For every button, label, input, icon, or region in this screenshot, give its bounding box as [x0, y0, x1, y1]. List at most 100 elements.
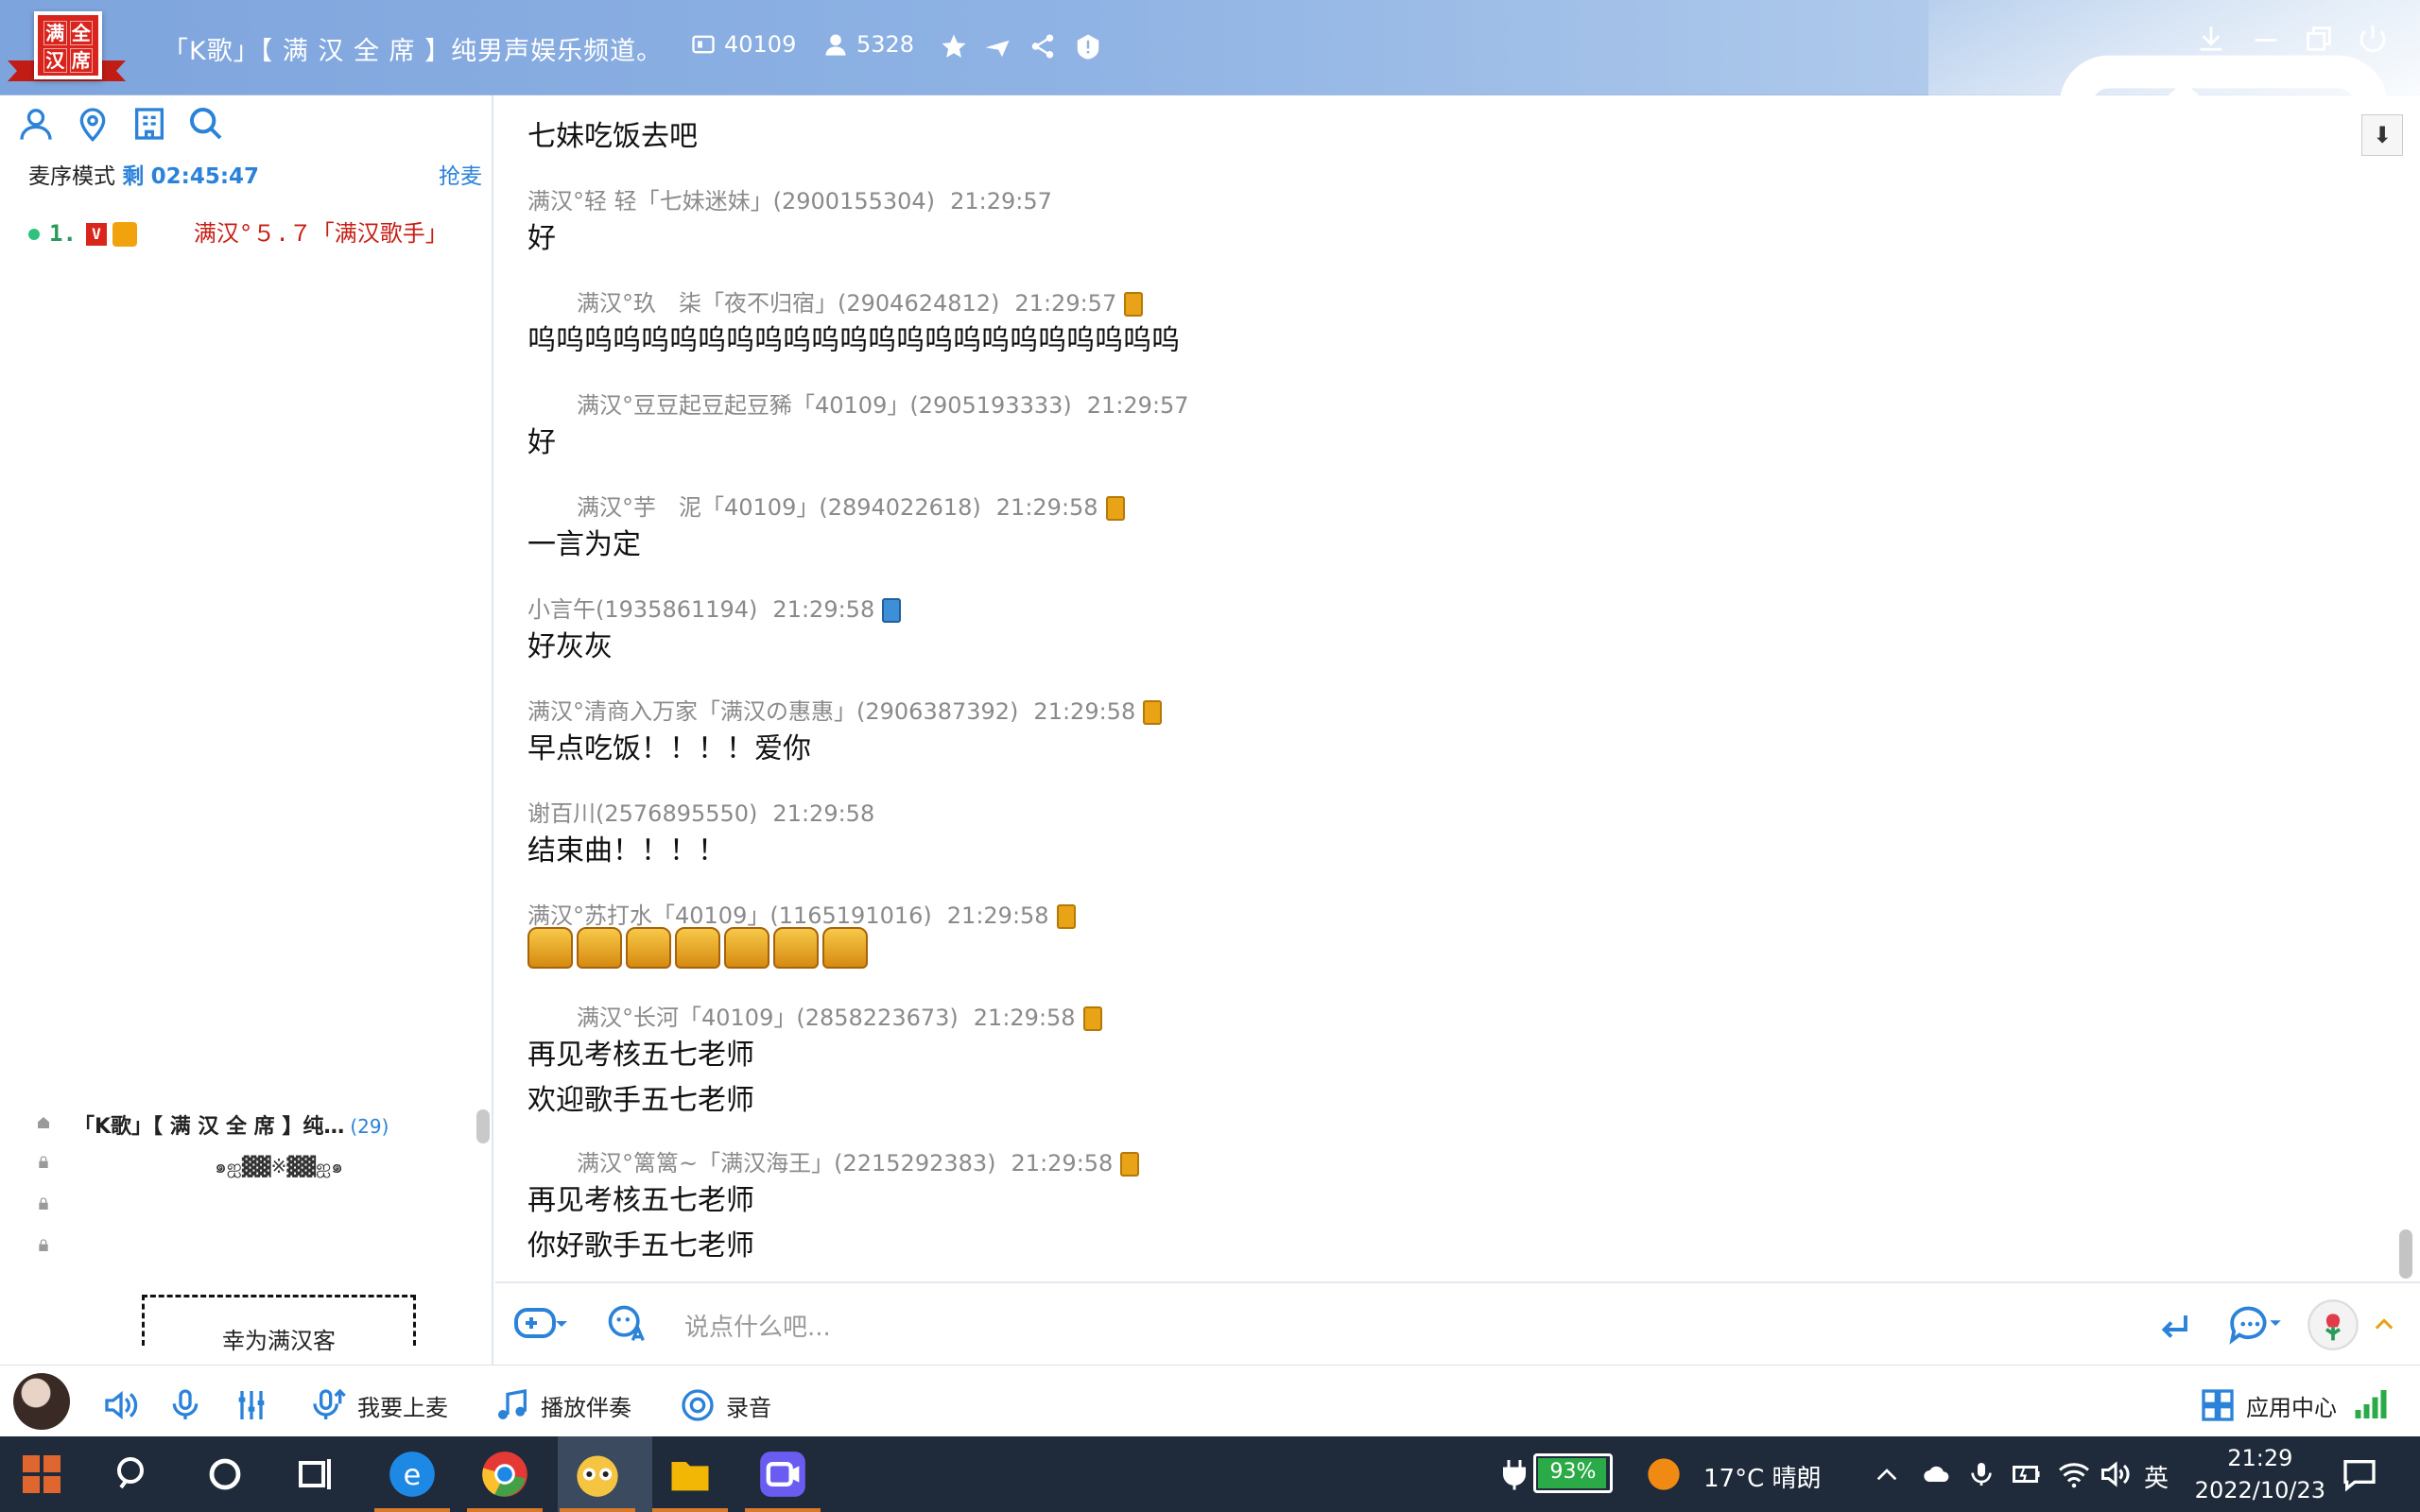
battery-tray-icon[interactable]: [2010, 1457, 2044, 1491]
file-explorer-icon[interactable]: [666, 1450, 715, 1499]
avatar[interactable]: [13, 1373, 70, 1430]
app-window: 满 全 汉 席 「K歌」【 满 汉 全 席 】纯男声娱乐频道。 40109 53…: [0, 0, 2420, 1512]
chat-scrollbar[interactable]: [2399, 1229, 2412, 1279]
share-icon[interactable]: [1028, 32, 1057, 60]
building-icon[interactable]: [130, 105, 168, 143]
cloud-icon[interactable]: [1919, 1459, 1953, 1489]
play-accompaniment-button[interactable]: 播放伴奏: [493, 1386, 631, 1424]
channel-item[interactable]: [0, 1227, 492, 1264]
lock-icon: [39, 1197, 48, 1210]
speaker-icon: [105, 1390, 138, 1420]
weather-text[interactable]: 17°C 晴朗: [1703, 1459, 1822, 1494]
message-sender[interactable]: 满汉°苏打水「40109」(1165191016): [527, 902, 932, 929]
message-sender[interactable]: 满汉°轻 轻「七妹迷妹」(2900155304): [527, 188, 935, 215]
input-method-indicator[interactable]: 英: [2144, 1459, 2169, 1494]
remain-prefix: 剩: [122, 164, 145, 189]
channel-tree: 「K歌」【 满 汉 全 席 】纯… (29) ๑ஐ▓▓※▓▓ஐ๑: [0, 1104, 492, 1270]
location-icon[interactable]: [74, 105, 112, 143]
message-sender[interactable]: 谢百川(2576895550): [527, 800, 757, 827]
message-sender[interactable]: 小言午(1935861194): [527, 596, 757, 623]
message-sender[interactable]: 满汉°芋 泥「40109」(2894022618): [577, 494, 981, 521]
online-count: 5328: [856, 31, 915, 58]
browser-icon[interactable]: e: [388, 1450, 437, 1499]
emoji-message: [527, 927, 868, 969]
microphone-button[interactable]: [166, 1386, 204, 1424]
channel-item[interactable]: ๑ஐ▓▓※▓▓ஐ๑: [0, 1143, 492, 1181]
lock-icon: [39, 1239, 48, 1251]
channel-name: ๑ஐ▓▓※▓▓ஐ๑: [215, 1155, 343, 1177]
chevron-up-icon[interactable]: [1872, 1459, 1902, 1489]
cortana-icon[interactable]: [202, 1450, 248, 1499]
plane-icon[interactable]: [983, 32, 1011, 60]
wifi-icon[interactable]: [2057, 1457, 2091, 1491]
phone-icon: [1143, 700, 1163, 725]
power-icon[interactable]: [2356, 23, 2390, 57]
message-time: 21:29:58: [1033, 698, 1136, 725]
volume-icon[interactable]: [2099, 1457, 2133, 1491]
mic-list-item[interactable]: 1. V 满汉°５.７「满汉歌手」: [28, 215, 482, 247]
screen-recorder-icon[interactable]: [758, 1450, 807, 1499]
message-sender[interactable]: 满汉°篱篱~「满汉海王」(2215292383): [577, 1150, 996, 1177]
translate-icon[interactable]: [605, 1302, 647, 1344]
user-icon[interactable]: [17, 105, 55, 143]
phone-icon: [1120, 1152, 1140, 1177]
message-time: 21:29:57: [1014, 290, 1117, 317]
app-center-button[interactable]: 应用中心: [2199, 1386, 2337, 1424]
task-view-icon[interactable]: [293, 1450, 338, 1499]
channel-item[interactable]: [0, 1185, 492, 1223]
message-meta: 满汉°豆豆起豆起豆豨「40109」(2905193333) 21:29:57: [577, 387, 1189, 420]
left-scrollbar[interactable]: [476, 1109, 490, 1143]
search-icon[interactable]: [112, 1450, 157, 1499]
message-sender[interactable]: 满汉°豆豆起豆起豆豨「40109」(2905193333): [577, 392, 1072, 419]
channel-item[interactable]: 「K歌」【 满 汉 全 席 】纯… (29): [0, 1104, 492, 1142]
message-body: 再见考核五七老师: [527, 1039, 754, 1072]
message-meta: 满汉°轻 轻「七妹迷妹」(2900155304) 21:29:57: [527, 182, 1052, 215]
flower-icon[interactable]: [2307, 1298, 2360, 1351]
user-icon: [825, 34, 846, 56]
mic-queue-status: 麦序模式 剩 02:45:47 抢麦: [28, 158, 482, 190]
message-input-bar: 说点什么吧...: [495, 1281, 2420, 1365]
taskbar-clock[interactable]: 21:29 2022/10/23: [2195, 1442, 2325, 1506]
audio-settings-button[interactable]: [233, 1386, 270, 1424]
message-body: 七妹吃饭去吧: [527, 120, 698, 153]
phone-icon: [882, 598, 902, 623]
microphone-icon[interactable]: [1966, 1457, 1996, 1491]
welcome-banner: 幸为满汉客: [142, 1295, 416, 1354]
star-icon[interactable]: [940, 32, 968, 60]
speaker-button[interactable]: [102, 1386, 140, 1424]
message-time: 21:29:58: [995, 494, 1098, 521]
windows-start-icon[interactable]: [19, 1450, 64, 1499]
online-count-stat: 5328: [822, 31, 914, 58]
minimize-icon[interactable]: [2250, 23, 2282, 55]
kuaishou-app-icon[interactable]: [573, 1450, 622, 1499]
chevron-up-icon[interactable]: [2371, 1312, 2397, 1338]
channel-id-icon: [692, 35, 715, 54]
welcome-text: 幸为满汉客: [222, 1328, 336, 1354]
message-sender[interactable]: 满汉°长河「40109」(2858223673): [577, 1005, 959, 1031]
download-icon[interactable]: [2195, 23, 2227, 55]
record-label: 录音: [726, 1394, 771, 1421]
search-icon[interactable]: [187, 105, 225, 143]
gamepad-icon[interactable]: [514, 1304, 567, 1346]
message-input[interactable]: 说点什么吧...: [684, 1308, 831, 1343]
chat-messages: 七妹吃饭去吧 满汉°轻 轻「七妹迷妹」(2900155304) 21:29:57 …: [495, 95, 2420, 1281]
message-sender[interactable]: 满汉°清商入万家「满汉の惠惠」(2906387392): [527, 698, 1018, 725]
app-center-label: 应用中心: [2246, 1394, 2337, 1421]
record-button[interactable]: 录音: [679, 1386, 771, 1424]
scroll-to-bottom-button[interactable]: ⬇: [2361, 114, 2403, 156]
mic-up-button[interactable]: 我要上麦: [310, 1386, 448, 1424]
channel-name-text: 「K歌」【 满 汉 全 席 】纯…: [74, 1115, 345, 1139]
grab-mic-button[interactable]: 抢麦: [439, 158, 482, 190]
message-time: 21:29:58: [946, 902, 1049, 929]
chrome-icon[interactable]: [480, 1450, 529, 1499]
notification-icon[interactable]: [2341, 1455, 2378, 1493]
battery-indicator[interactable]: 93%: [1533, 1453, 1613, 1493]
channel-logo[interactable]: 满 全 汉 席: [8, 9, 126, 83]
restore-icon[interactable]: [2303, 23, 2335, 55]
message-sender[interactable]: 满汉°玖 柒「夜不归宿」(2904624812): [577, 290, 999, 317]
play-accompaniment-label: 播放伴奏: [541, 1394, 631, 1421]
chat-bubble-icon[interactable]: [2227, 1306, 2288, 1346]
clock-time: 21:29: [2227, 1445, 2293, 1471]
send-icon[interactable]: [2157, 1310, 2191, 1344]
warning-icon[interactable]: [1074, 32, 1102, 60]
